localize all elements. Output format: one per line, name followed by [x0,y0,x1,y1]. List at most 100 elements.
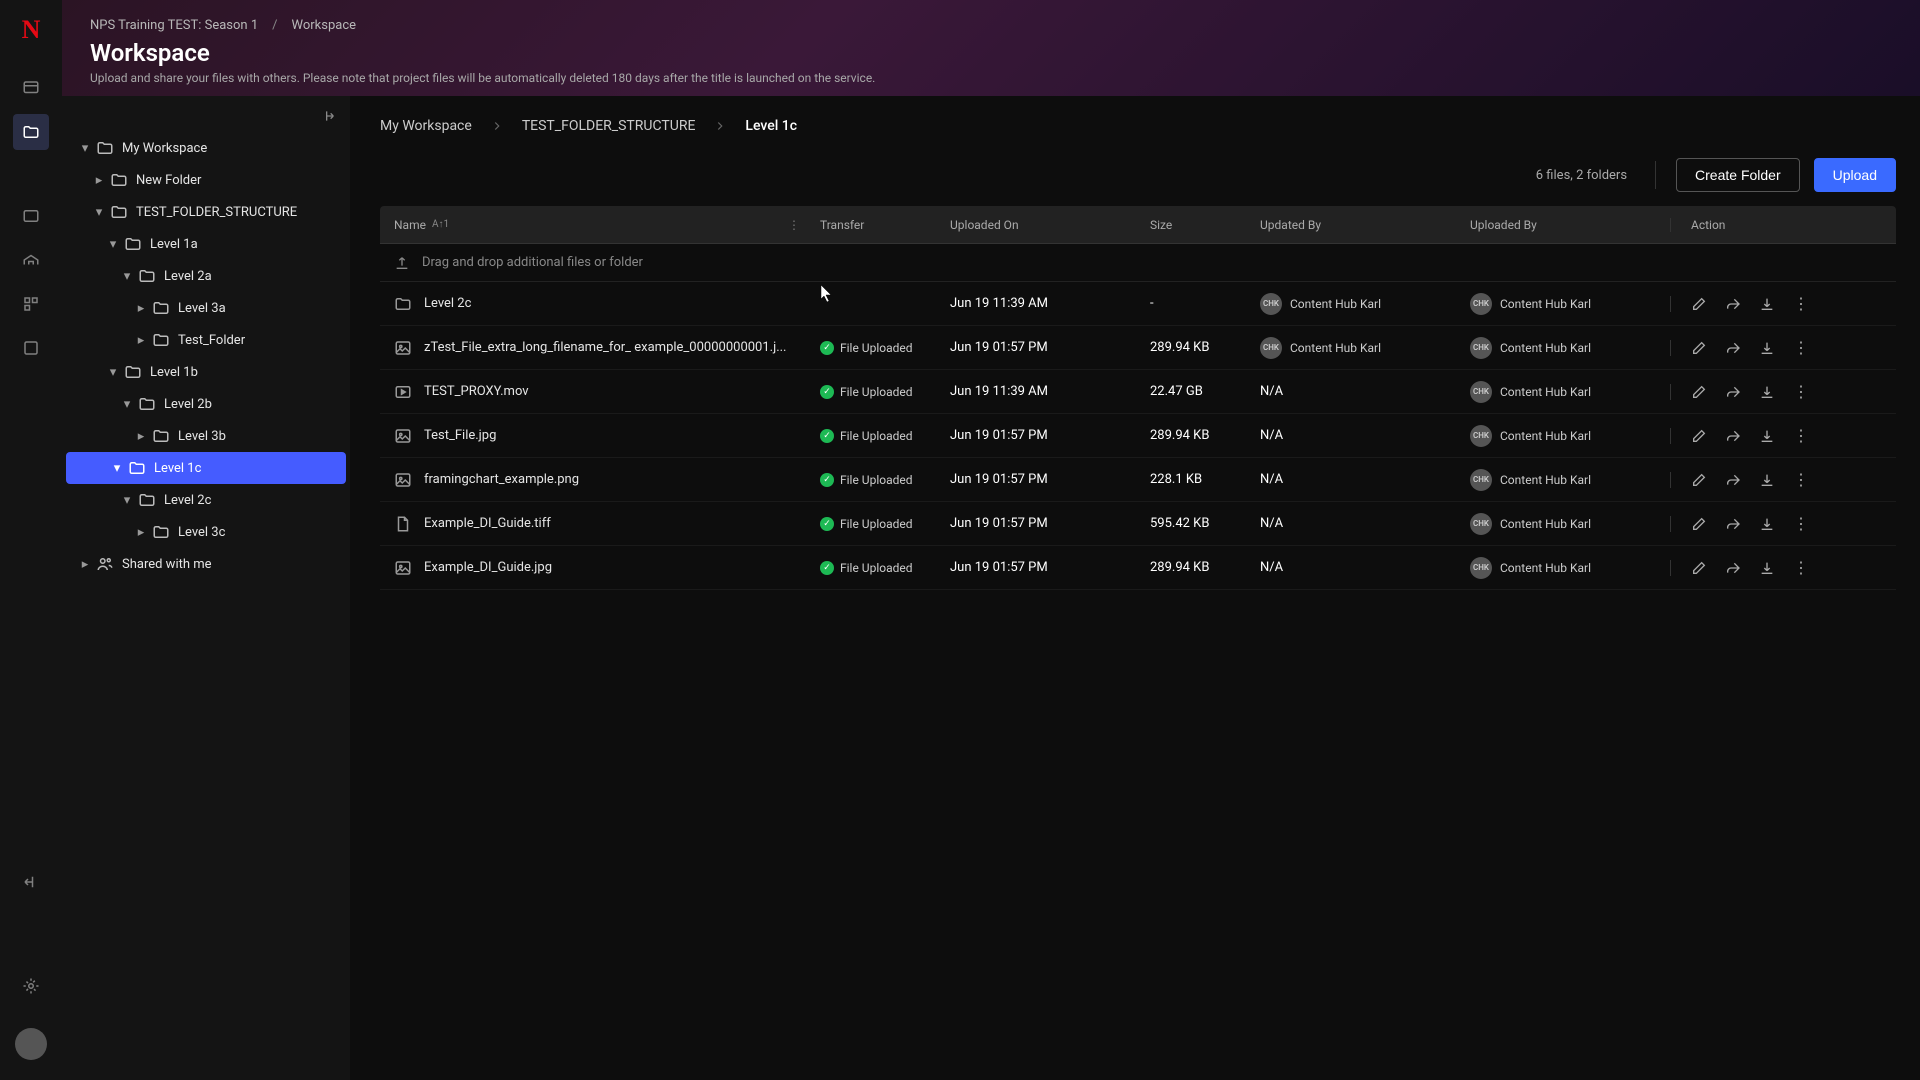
more-icon[interactable]: ⋮ [1793,384,1809,400]
tree-shared[interactable]: ▸ Shared with me [62,548,350,580]
file-name: Example_DI_Guide.tiff [424,516,551,531]
edit-icon[interactable] [1691,428,1707,444]
download-icon[interactable] [1759,472,1775,488]
more-icon[interactable]: ⋮ [1793,296,1809,312]
tree-level-3a[interactable]: ▸ Level 3a [62,292,350,324]
edit-icon[interactable] [1691,516,1707,532]
table-row[interactable]: Example_DI_Guide.tiff✓File UploadedJun 1… [380,502,1896,546]
download-icon[interactable] [1759,560,1775,576]
share-icon[interactable] [1725,340,1741,356]
table-row[interactable]: framingchart_example.png✓File UploadedJu… [380,458,1896,502]
nav-item-1[interactable] [13,70,49,106]
folder-icon [138,267,156,285]
file-size: 228.1 KB [1140,472,1250,487]
breadcrumb-path: My Workspace TEST_FOLDER_STRUCTURE Level… [350,96,1920,150]
edit-icon[interactable] [1691,384,1707,400]
col-size[interactable]: Size [1140,218,1250,232]
more-icon[interactable]: ⋮ [1793,560,1809,576]
download-icon[interactable] [1759,296,1775,312]
tree-new-folder[interactable]: ▸ New Folder [62,164,350,196]
avatar: CHK [1470,557,1492,579]
page-banner: NPS Training TEST: Season 1 / Workspace … [62,0,1920,96]
tree-my-workspace[interactable]: ▾ My Workspace [62,132,350,164]
col-updated-by[interactable]: Updated By [1250,218,1460,232]
chevron-right-icon [713,119,727,133]
breadcrumb-section: Workspace [292,18,357,33]
tree-level-1a[interactable]: ▾ Level 1a [62,228,350,260]
share-icon[interactable] [1725,516,1741,532]
tree-level-2c[interactable]: ▾ Level 2c [62,484,350,516]
col-transfer[interactable]: Transfer [810,218,940,232]
tree-test-folder-sub[interactable]: ▸ Test_Folder [62,324,350,356]
file-size: 289.94 KB [1140,560,1250,575]
file-name: framingchart_example.png [424,472,579,487]
nav-item-4[interactable] [13,242,49,278]
column-menu-icon[interactable]: ⋮ [788,218,800,232]
edit-icon[interactable] [1691,296,1707,312]
download-icon[interactable] [1759,516,1775,532]
edit-icon[interactable] [1691,472,1707,488]
more-icon[interactable]: ⋮ [1793,340,1809,356]
edit-icon[interactable] [1691,560,1707,576]
chevron-down-icon: ▾ [92,205,106,220]
more-icon[interactable]: ⋮ [1793,516,1809,532]
table-row[interactable]: Example_DI_Guide.jpg✓File UploadedJun 19… [380,546,1896,590]
share-icon[interactable] [1725,560,1741,576]
edit-icon[interactable] [1691,340,1707,356]
settings-icon[interactable] [13,968,49,1004]
file-icon [394,515,412,533]
sort-indicator: A↑1 [432,219,449,230]
user-name: Content Hub Karl [1500,473,1591,487]
more-icon[interactable]: ⋮ [1793,428,1809,444]
tree-level-1c[interactable]: ▾ Level 1c [66,452,346,484]
table-header: Name A↑1 ⋮ Transfer Uploaded On Size Upd… [380,206,1896,244]
folder-icon [152,427,170,445]
avatar: CHK [1470,293,1492,315]
tree-test-folder-structure[interactable]: ▾ TEST_FOLDER_STRUCTURE [62,196,350,228]
share-icon[interactable] [1725,472,1741,488]
tree-level-2b[interactable]: ▾ Level 2b [62,388,350,420]
nav-item-workspace[interactable] [13,114,49,150]
tree-level-1b[interactable]: ▾ Level 1b [62,356,350,388]
file-count: 6 files, 2 folders [1536,168,1627,183]
file-size: 289.94 KB [1140,428,1250,443]
nav-item-5[interactable] [13,286,49,322]
download-icon[interactable] [1759,384,1775,400]
share-icon[interactable] [1725,384,1741,400]
tree-level-3b[interactable]: ▸ Level 3b [62,420,350,452]
nav-item-3[interactable] [13,198,49,234]
col-uploaded-on[interactable]: Uploaded On [940,218,1140,232]
collapse-sidebar-icon[interactable] [13,864,49,900]
folder-icon [96,139,114,157]
table-row[interactable]: Test_File.jpg✓File UploadedJun 19 01:57 … [380,414,1896,458]
tree-label: Level 2b [164,397,212,412]
folder-icon [138,395,156,413]
breadcrumb-project-name[interactable]: NPS Training TEST: Season 1 [90,18,258,33]
folder-icon [110,171,128,189]
download-icon[interactable] [1759,428,1775,444]
table-row[interactable]: TEST_PROXY.mov✓File UploadedJun 19 11:39… [380,370,1896,414]
image-icon [394,427,412,445]
expand-collapse-icon[interactable] [320,108,336,124]
download-icon[interactable] [1759,340,1775,356]
table-row[interactable]: zTest_File_extra_long_filename_for_ exam… [380,326,1896,370]
app-logo[interactable]: N [15,14,47,46]
tree-level-2a[interactable]: ▾ Level 2a [62,260,350,292]
transfer-status: File Uploaded [840,473,913,487]
user-avatar[interactable] [15,1028,47,1060]
nav-item-6[interactable] [13,330,49,366]
path-test-folder[interactable]: TEST_FOLDER_STRUCTURE [522,118,696,134]
table-row[interactable]: Level 2cJun 19 11:39 AM-CHKContent Hub K… [380,282,1896,326]
user-name: Content Hub Karl [1500,385,1591,399]
file-name: TEST_PROXY.mov [424,384,529,399]
upload-button[interactable]: Upload [1814,158,1896,192]
share-icon[interactable] [1725,428,1741,444]
share-icon[interactable] [1725,296,1741,312]
tree-level-3c[interactable]: ▸ Level 3c [62,516,350,548]
drop-zone[interactable]: Drag and drop additional files or folder [380,244,1896,282]
path-my-workspace[interactable]: My Workspace [380,118,472,134]
col-uploaded-by[interactable]: Uploaded By [1460,218,1670,232]
more-icon[interactable]: ⋮ [1793,472,1809,488]
create-folder-button[interactable]: Create Folder [1676,158,1800,192]
col-name[interactable]: Name A↑1 ⋮ [380,218,810,232]
